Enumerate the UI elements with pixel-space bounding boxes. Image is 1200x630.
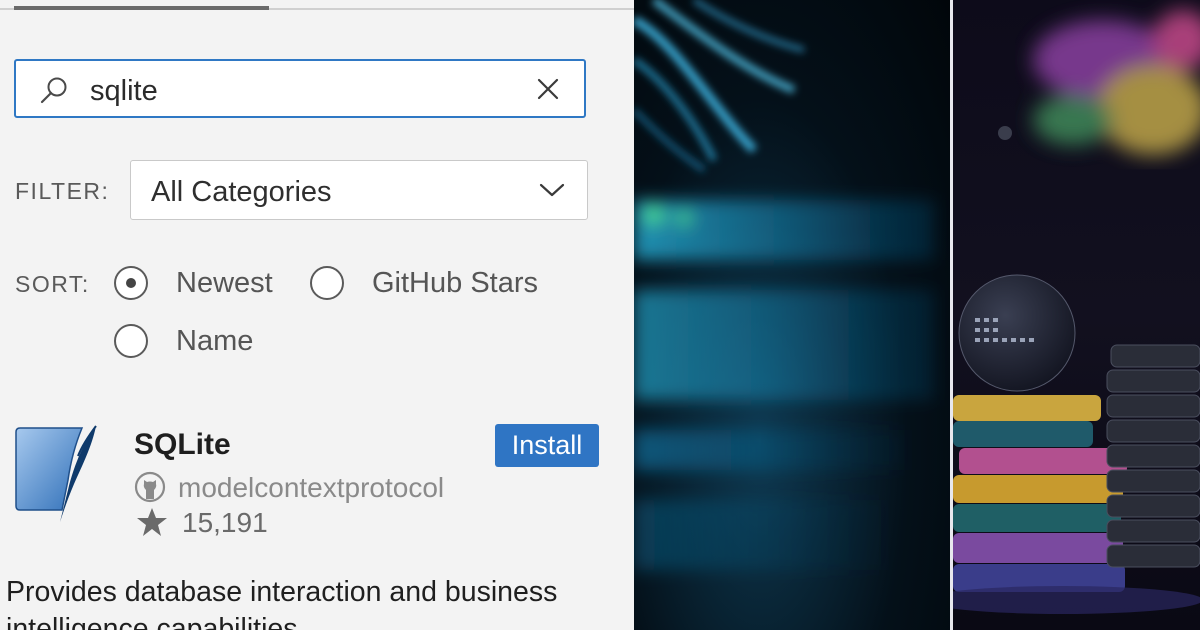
sort-option-github-stars[interactable]: GitHub Stars [310,266,538,300]
active-tab-indicator[interactable] [14,6,269,10]
extensions-panel: sqlite FILTER: All Categories SORT: Newe… [0,0,634,630]
tab-strip [0,0,634,10]
github-icon [134,471,166,503]
install-button[interactable]: Install [495,424,599,467]
author-link[interactable]: modelcontextprotocol [178,472,444,504]
close-icon[interactable] [536,77,560,101]
sort-option-label: GitHub Stars [372,266,538,299]
category-select[interactable]: All Categories [130,160,588,220]
filter-label: FILTER: [15,178,110,204]
chevron-down-icon [539,183,565,197]
extension-title[interactable]: SQLite [134,428,231,462]
radio-button-checked[interactable] [114,266,148,300]
category-select-value: All Categories [151,176,332,208]
sqlite-logo-icon [15,425,97,522]
extension-description: Provides database interaction and busine… [6,576,558,630]
search-value: sqlite [90,75,158,107]
database-stack-artwork [953,10,1200,614]
github-stars-count: 15,191 [182,507,268,538]
sort-option-name[interactable]: Name [114,324,253,358]
star-icon [137,508,167,536]
database-stack-illustration [953,0,1200,630]
radio-button[interactable] [114,324,148,358]
server-rack-illustration [634,0,934,570]
sort-label: SORT: [15,271,90,297]
radio-button[interactable] [310,266,344,300]
search-icon [40,77,67,104]
search-input[interactable]: sqlite [14,59,586,118]
sort-option-label: Newest [176,266,273,299]
sort-option-newest[interactable]: Newest [114,266,273,300]
sort-option-label: Name [176,324,254,357]
server-rack-photo [634,0,950,630]
